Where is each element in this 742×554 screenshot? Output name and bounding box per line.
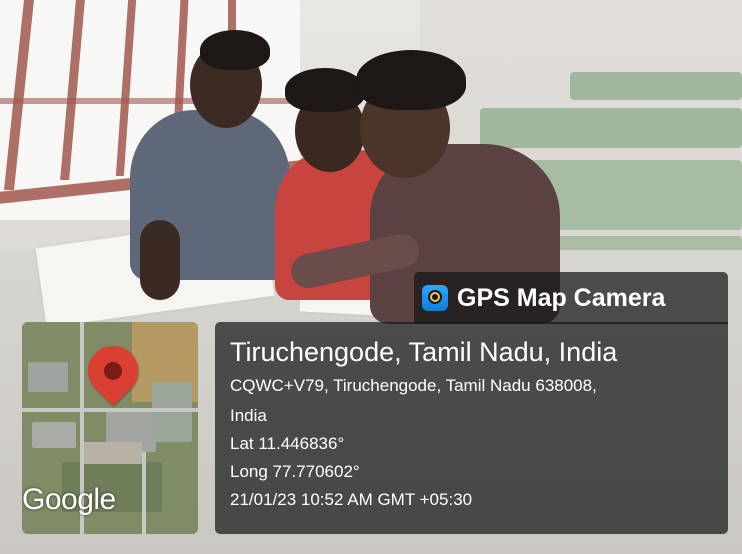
latitude-text: Lat 11.446836° (230, 434, 345, 453)
app-name-label: GPS Map Camera (457, 283, 666, 312)
longitude-text: Long 77.770602° (230, 462, 360, 481)
map-thumbnail[interactable]: Google (22, 322, 198, 534)
green-bench (570, 72, 742, 100)
address-line-1: CQWC+V79, Tiruchengode, Tamil Nadu 63800… (230, 376, 597, 395)
location-title: Tiruchengode, Tamil Nadu, India (230, 337, 618, 367)
location-info-panel: Tiruchengode, Tamil Nadu, India CQWC+V79… (215, 322, 728, 534)
gps-map-camera-app-icon (422, 285, 448, 311)
address-line-2: India (230, 406, 267, 425)
gps-map-camera-badge: GPS Map Camera (414, 272, 728, 324)
datetime-text: 21/01/23 10:52 AM GMT +05:30 (230, 490, 473, 509)
google-logo: Google (22, 483, 116, 516)
